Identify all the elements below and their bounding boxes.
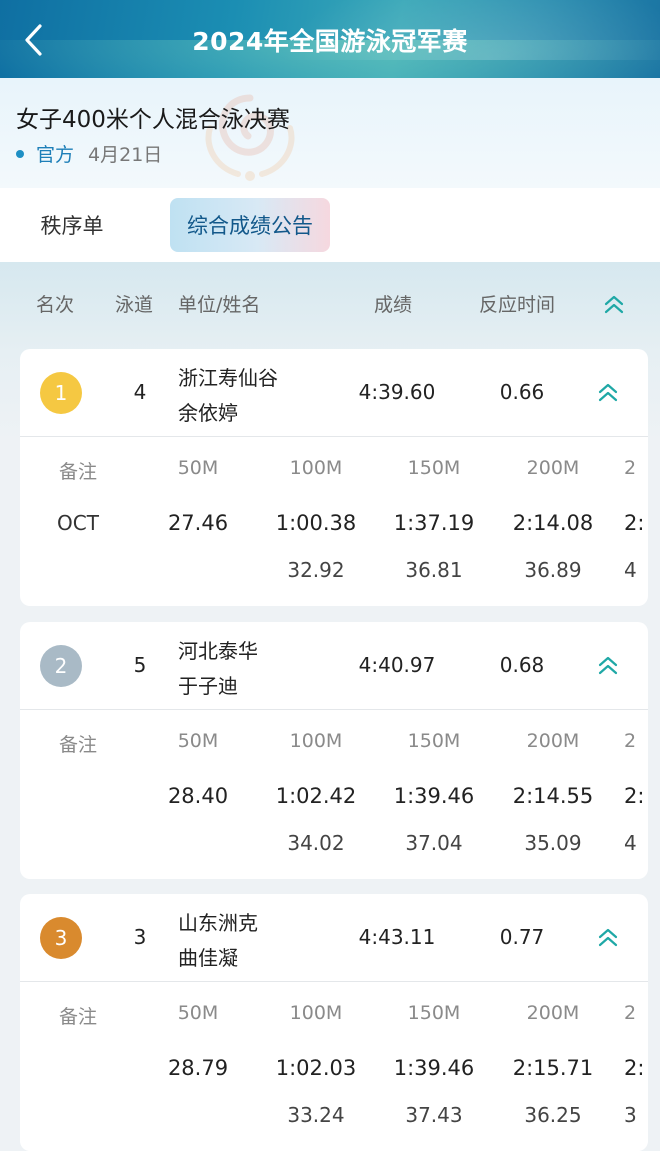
split-cumulative: 1:39.46 [393,784,475,808]
split-header-100m: 100M [289,1002,343,1024]
remark-value: OCT [57,511,99,535]
split-cumulative: 1:00.38 [275,511,357,535]
split-cumulative: 1:39.46 [393,1056,475,1080]
split-header-remark: 备注 [58,1006,97,1028]
athlete-name: 曲佳凝 [178,946,238,970]
result-card: 2 5 河北泰华 于子迪 4:40.97 0.68 备注 50M 100M 15… [20,622,648,879]
split-times: 备注 50M 100M 150M 200M 2 28.40 1:02.42 1:… [20,710,648,878]
lane-number: 4 [133,380,147,404]
double-chevron-up-icon [604,295,624,314]
bronze-medal-badge: 3 [40,917,82,959]
app-header: 2024年全国游泳冠军赛 [0,0,660,78]
lane-number: 3 [133,925,147,949]
column-header-reaction: 反应时间 [479,294,556,316]
split-cumulative: 1:37.19 [393,511,475,535]
split-header-remark: 备注 [58,461,97,483]
split-header-250m: 2 [624,457,637,479]
split-lap: 32.92 [287,558,345,582]
split-lap: 33.24 [287,1103,345,1127]
reaction-time: 0.68 [499,653,545,677]
split-header-50m: 50M [177,457,219,479]
split-header-150m: 150M [407,1002,461,1024]
split-times: 备注 50M 100M 150M 200M 2 28.79 1:02.03 1:… [20,982,648,1150]
tab-results[interactable]: 综合成绩公告 [170,198,330,252]
collapse-all-button[interactable] [598,289,630,321]
team-name: 山东洲克 [178,911,258,935]
page-title: 2024年全国游泳冠军赛 [192,27,468,56]
source-label: 官方 [36,144,75,166]
team-name: 河北泰华 [178,639,258,663]
split-cumulative: 28.40 [167,784,229,808]
split-cumulative: 1:02.42 [275,784,357,808]
split-header-200m: 200M [526,1002,580,1024]
split-times: 备注 50M 100M 150M 200M 2 OCT 27.46 1:00.3… [20,437,648,605]
event-title: 女子400米个人混合泳决赛 [16,107,290,133]
double-chevron-up-icon [598,928,618,947]
split-cumulative: 27.46 [167,511,229,535]
split-header-100m: 100M [289,730,343,752]
split-lap: 3 [624,1103,637,1127]
split-header-150m: 150M [407,730,461,752]
tab-start-list[interactable]: 秩序单 [22,198,122,252]
split-cumulative: 2: [624,784,645,808]
collapse-button[interactable] [592,922,624,954]
double-chevron-up-icon [598,656,618,675]
split-header-200m: 200M [526,730,580,752]
split-header-remark: 备注 [58,734,97,756]
split-header-200m: 200M [526,457,580,479]
collapse-button[interactable] [592,650,624,682]
split-header-250m: 2 [624,1002,637,1024]
split-lap: 37.43 [405,1103,463,1127]
split-lap: 36.89 [524,558,582,582]
lane-number: 5 [133,653,147,677]
split-cumulative: 2: [624,1056,645,1080]
event-meta: 官方 4月21日 [16,140,162,167]
final-time: 4:39.60 [358,380,436,404]
silver-medal-badge: 2 [40,645,82,687]
final-time: 4:43.11 [358,925,436,949]
column-header-team-name: 单位/姓名 [178,294,261,316]
column-header-rank: 名次 [36,294,75,316]
athlete-name: 于子迪 [178,674,238,698]
split-lap: 36.81 [405,558,463,582]
result-summary-row[interactable]: 1 4 浙江寿仙谷 余依婷 4:39.60 0.66 [20,349,648,437]
split-cumulative: 28.79 [167,1056,229,1080]
result-summary-row[interactable]: 3 3 山东洲克 曲佳凝 4:43.11 0.77 [20,894,648,982]
event-date: 4月21日 [88,144,163,166]
split-header-50m: 50M [177,1002,219,1024]
split-header-50m: 50M [177,730,219,752]
split-lap: 36.25 [524,1103,582,1127]
split-cumulative: 2: [624,511,645,535]
collapse-button[interactable] [592,377,624,409]
split-cumulative: 2:15.71 [512,1056,594,1080]
split-cumulative: 2:14.55 [512,784,594,808]
split-header-100m: 100M [289,457,343,479]
tab-bar: 秩序单 综合成绩公告 [0,188,660,262]
result-summary-row[interactable]: 2 5 河北泰华 于子迪 4:40.97 0.68 [20,622,648,710]
split-lap: 37.04 [405,831,463,855]
gold-medal-badge: 1 [40,372,82,414]
split-header-250m: 2 [624,730,637,752]
double-chevron-up-icon [598,383,618,402]
split-header-150m: 150M [407,457,461,479]
column-header-result: 成绩 [374,294,413,316]
team-name: 浙江寿仙谷 [178,366,278,390]
result-card: 1 4 浙江寿仙谷 余依婷 4:39.60 0.66 备注 50M 100M 1… [20,349,648,606]
split-lap: 35.09 [524,831,582,855]
reaction-time: 0.77 [499,925,545,949]
split-lap: 4 [624,558,637,582]
column-header-lane: 泳道 [115,294,154,316]
final-time: 4:40.97 [358,653,436,677]
split-cumulative: 2:14.08 [512,511,594,535]
split-cumulative: 1:02.03 [275,1056,357,1080]
reaction-time: 0.66 [499,380,545,404]
athlete-name: 余依婷 [178,401,238,425]
split-lap: 34.02 [287,831,345,855]
split-lap: 4 [624,831,637,855]
result-card: 3 3 山东洲克 曲佳凝 4:43.11 0.77 备注 50M 100M 15… [20,894,648,1151]
status-dot [16,149,24,158]
